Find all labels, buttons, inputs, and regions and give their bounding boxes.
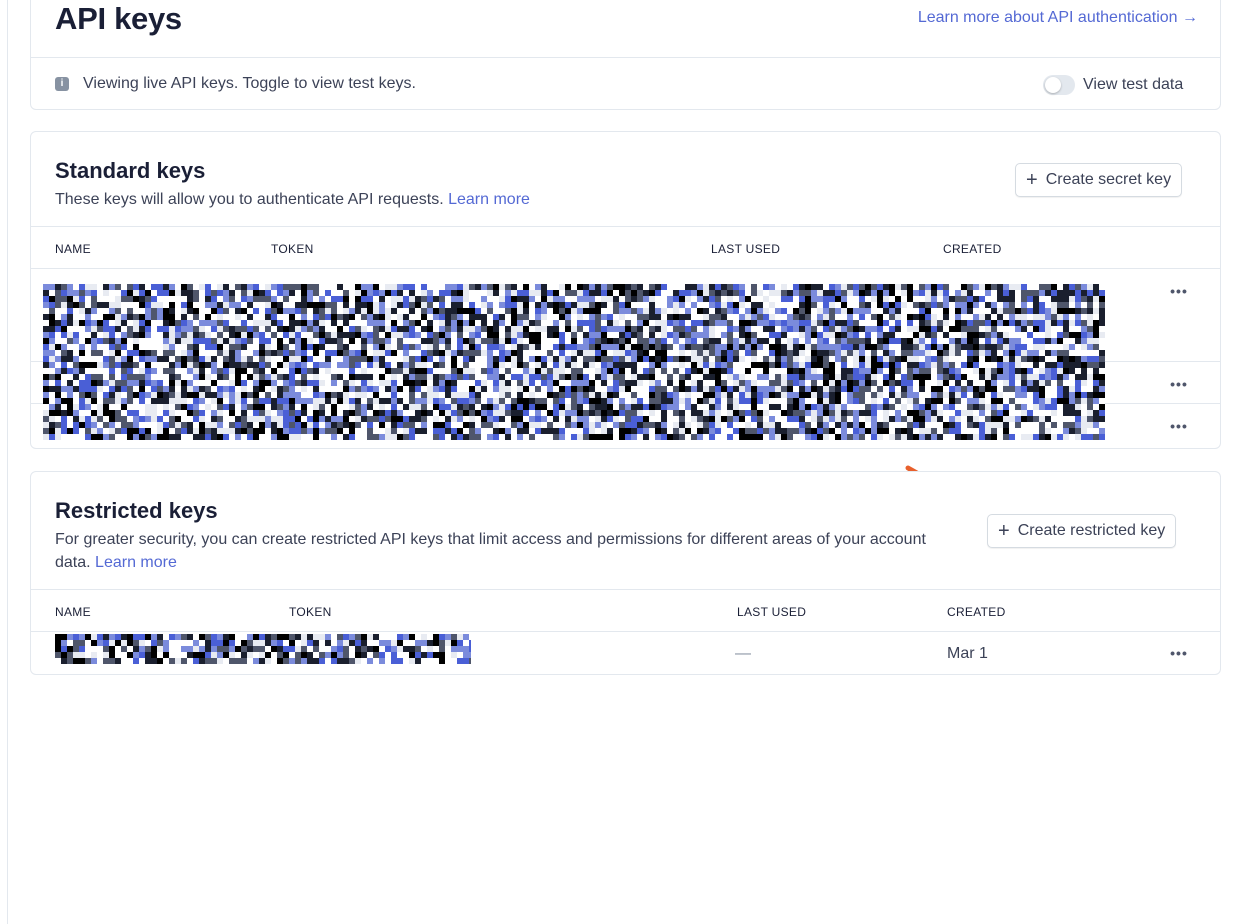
column-header-token: TOKEN (271, 242, 314, 256)
create-restricted-key-button[interactable]: + Create restricted key (987, 514, 1177, 548)
restricted-keys-title: Restricted keys (55, 498, 218, 523)
create-secret-key-button[interactable]: + Create secret key (1015, 163, 1183, 197)
more-horizontal-icon[interactable]: ••• (1167, 646, 1191, 664)
api-keys-header-card: API keys Learn more about API authentica… (30, 0, 1221, 110)
left-divider (7, 0, 8, 924)
live-keys-notice: Viewing live API keys. Toggle to view te… (83, 75, 416, 92)
restricted-keys-learn-more-link[interactable]: Learn more (95, 554, 177, 571)
standard-keys-description: These keys will allow you to authenticat… (55, 188, 530, 211)
standard-keys-card: Standard keys These keys will allow you … (30, 131, 1221, 449)
create-restricted-key-label: Create restricted key (1017, 522, 1166, 539)
more-horizontal-icon[interactable]: ••• (1167, 377, 1191, 395)
restricted-key-last-used: — (735, 645, 751, 662)
plus-icon: + (998, 520, 1010, 542)
standard-keys-learn-more-link[interactable]: Learn more (448, 191, 530, 208)
view-test-data-toggle[interactable] (1043, 75, 1075, 95)
info-icon: i (55, 77, 69, 91)
restricted-keys-card: Restricted keys For greater security, yo… (30, 471, 1221, 675)
header-divider (31, 57, 1220, 58)
more-horizontal-icon[interactable]: ••• (1167, 419, 1191, 437)
restricted-key-created: Mar 1 (947, 645, 988, 662)
view-test-data-label[interactable]: View test data (1083, 76, 1183, 94)
column-header-last-used: LAST USED (737, 605, 807, 619)
table-header-divider (31, 226, 1220, 227)
redacted-restricted-key (55, 634, 471, 664)
column-header-created: CREATED (943, 242, 1002, 256)
column-header-name: NAME (55, 242, 91, 256)
standard-keys-title: Standard keys (55, 158, 206, 183)
column-header-last-used: LAST USED (711, 242, 781, 256)
table-row-divider (31, 268, 1220, 269)
create-secret-key-label: Create secret key (1045, 171, 1172, 188)
learn-more-auth-link[interactable]: Learn more about API authentication → (918, 9, 1198, 27)
standard-keys-description-text: These keys will allow you to authenticat… (55, 191, 444, 208)
table-header-divider (31, 589, 1220, 590)
column-header-token: TOKEN (289, 605, 332, 619)
redacted-standard-keys (43, 284, 1105, 440)
toggle-knob (1045, 77, 1061, 93)
restricted-keys-description-text: For greater security, you can create res… (55, 531, 926, 571)
column-header-created: CREATED (947, 605, 1006, 619)
column-header-name: NAME (55, 605, 91, 619)
page-title: API keys (55, 1, 182, 36)
plus-icon: + (1026, 169, 1038, 191)
more-horizontal-icon[interactable]: ••• (1167, 284, 1191, 302)
restricted-keys-description: For greater security, you can create res… (55, 528, 965, 574)
table-row-divider (31, 631, 1220, 632)
